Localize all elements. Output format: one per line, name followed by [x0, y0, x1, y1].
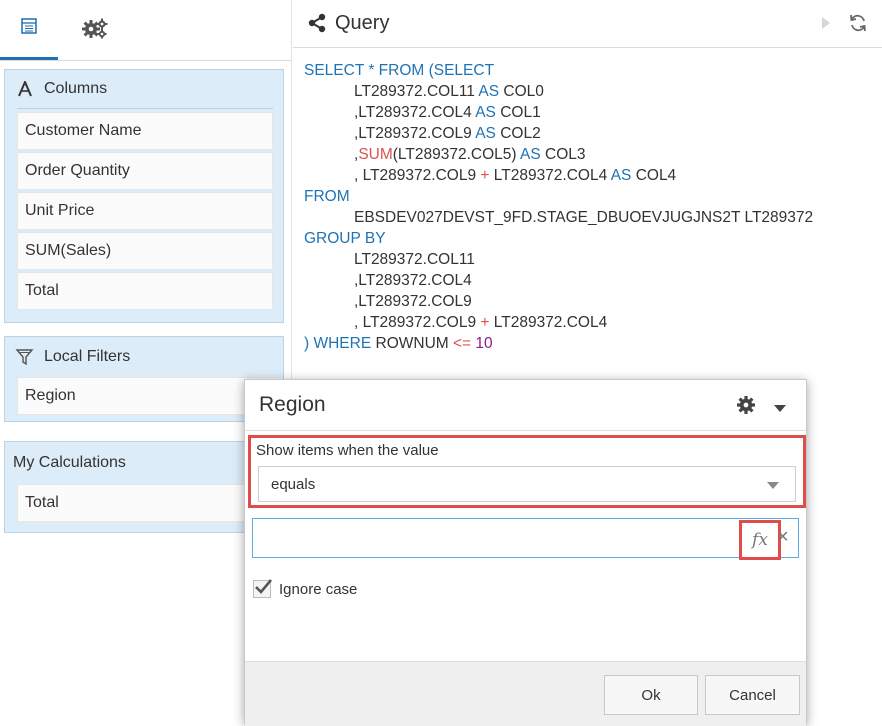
columns-title: Columns: [44, 80, 108, 97]
fx-icon: fx: [752, 530, 768, 550]
sql-token: EBSDEV027DEVST_9FD.STAGE_DBUOEVJUGJNS2T …: [354, 209, 814, 226]
value-input[interactable]: [252, 518, 799, 558]
share-icon[interactable]: [307, 13, 327, 38]
query-header: Query: [293, 0, 882, 48]
sql-token: COL0: [503, 83, 544, 100]
sql-keyword: FROM: [304, 188, 350, 205]
columns-header: Columns: [5, 70, 283, 108]
settings-tab[interactable]: [58, 0, 132, 60]
sql-operator: +: [480, 314, 490, 331]
sql-token: (LT289372.COL5): [392, 146, 517, 163]
local-filters-title: Local Filters: [44, 348, 131, 365]
data-tab[interactable]: [0, 0, 58, 60]
chevron-down-icon[interactable]: [773, 400, 787, 418]
column-item[interactable]: SUM(Sales): [17, 232, 273, 270]
run-icon[interactable]: [820, 16, 832, 35]
sql-line: LT289372.COL11 AS COL0: [304, 81, 874, 102]
sql-token: ROWNUM: [375, 335, 449, 352]
sql-keyword: AS: [610, 167, 632, 184]
sql-token: LT289372.COL4: [493, 314, 608, 331]
sql-line: ,SUM(LT289372.COL5) AS COL3: [304, 144, 874, 165]
columns-panel: Columns Customer Name Order Quantity Uni…: [4, 69, 284, 323]
sql-operator: +: [480, 167, 490, 184]
sql-operator: <=: [453, 335, 472, 352]
sql-keyword: AS: [478, 83, 500, 100]
sql-line: FROM: [304, 186, 874, 207]
clear-icon[interactable]: ×: [777, 526, 789, 549]
sql-token: COL3: [545, 146, 586, 163]
sql-token: , LT289372.COL9: [354, 314, 477, 331]
sql-line: SELECT * FROM (SELECT: [304, 60, 874, 81]
sql-token: ,LT289372.COL9: [354, 293, 472, 310]
sql-token: ,LT289372.COL4: [354, 104, 472, 121]
dialog-title: Region: [259, 393, 326, 416]
refresh-icon[interactable]: [848, 13, 868, 38]
ignore-case-checkbox[interactable]: [253, 579, 272, 598]
local-filters-panel: Local Filters Region: [4, 336, 284, 422]
condition-highlight: Show items when the value equals: [248, 435, 806, 508]
sql-keyword: AS: [520, 146, 541, 163]
sql-function: SUM: [358, 146, 393, 163]
sql-token: ,LT289372.COL9: [354, 125, 472, 142]
gear-icon[interactable]: [736, 395, 756, 420]
ignore-case-row: Ignore case: [253, 579, 358, 598]
dialog-divider: [245, 430, 806, 431]
query-title: Query: [335, 12, 390, 34]
local-filters-header: Local Filters: [5, 337, 283, 377]
filter-dialog: Region Show items when the value equals …: [244, 379, 807, 726]
sql-token: LT289372.COL11: [354, 251, 475, 268]
sql-text: SELECT * FROM (SELECT LT289372.COL11 AS C…: [304, 60, 874, 354]
sql-token: COL4: [635, 167, 677, 184]
condition-value: equals: [271, 476, 316, 493]
sql-line: LT289372.COL11: [304, 249, 874, 270]
condition-select[interactable]: equals: [258, 466, 796, 502]
sql-keyword: AS: [475, 125, 496, 142]
dialog-footer: Ok Cancel: [245, 661, 806, 726]
sql-line: ,LT289372.COL4 AS COL1: [304, 102, 874, 123]
sql-token: ): [304, 335, 310, 352]
cancel-button[interactable]: Cancel: [705, 675, 800, 715]
sql-number: 10: [475, 335, 493, 352]
condition-label: Show items when the value: [256, 442, 439, 459]
sql-token: COL2: [500, 125, 541, 142]
fx-button[interactable]: fx: [739, 520, 781, 560]
sql-token: SELECT * FROM (SELECT: [304, 62, 495, 79]
sql-token: , LT289372.COL9: [354, 167, 477, 184]
sql-line: , LT289372.COL9 + LT289372.COL4 AS COL4: [304, 165, 874, 186]
tab-divider: [0, 60, 292, 61]
ok-button[interactable]: Ok: [604, 675, 698, 715]
sql-keyword: WHERE: [313, 335, 372, 352]
sql-token: ,LT289372.COL4: [354, 272, 472, 289]
sql-line: ) WHERE ROWNUM <= 10: [304, 333, 874, 354]
sql-line: GROUP BY: [304, 228, 874, 249]
sql-line: , LT289372.COL9 + LT289372.COL4: [304, 312, 874, 333]
sql-line: ,LT289372.COL9 AS COL2: [304, 123, 874, 144]
sql-line: ,LT289372.COL9: [304, 291, 874, 312]
my-calculations-panel: My Calculations Total: [4, 441, 284, 533]
ignore-case-label: Ignore case: [279, 580, 358, 598]
column-item[interactable]: Order Quantity: [17, 152, 273, 190]
sql-line: EBSDEV027DEVST_9FD.STAGE_DBUOEVJUGJNS2T …: [304, 207, 874, 228]
my-calculations-header: My Calculations: [13, 454, 126, 471]
sql-token: LT289372.COL11: [354, 83, 475, 100]
sql-line: ,LT289372.COL4: [304, 270, 874, 291]
column-item[interactable]: Total: [17, 272, 273, 310]
sql-token: COL1: [500, 104, 541, 121]
column-item[interactable]: Unit Price: [17, 192, 273, 230]
filter-icon: [14, 346, 36, 368]
chevron-down-icon: [767, 482, 779, 489]
gears-icon: [81, 17, 109, 44]
sql-token: LT289372.COL4: [493, 167, 608, 184]
table-icon: [20, 17, 38, 40]
sql-keyword: AS: [475, 104, 496, 121]
columns-icon: [14, 78, 36, 100]
sql-keyword: GROUP BY: [304, 230, 386, 247]
column-item[interactable]: Customer Name: [17, 112, 273, 150]
